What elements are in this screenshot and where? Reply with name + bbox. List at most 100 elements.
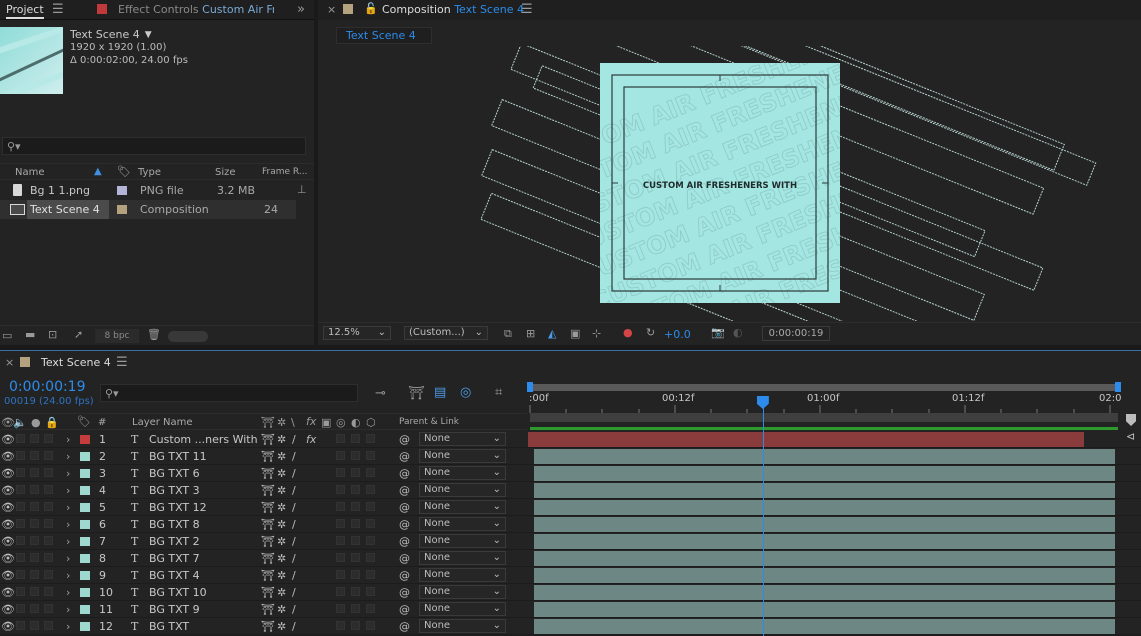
column-type[interactable]: Type [138, 167, 161, 178]
pickwhip-icon[interactable]: @ [399, 448, 410, 465]
motion-blur-switch[interactable] [336, 550, 345, 567]
transparency-grid-icon[interactable]: ⊞ [526, 328, 535, 339]
solo-switch[interactable] [30, 499, 39, 516]
tab-effect-controls[interactable]: Effect Controls Custom Air Fres [118, 3, 274, 16]
chevron-overflow-icon[interactable]: » [297, 3, 305, 16]
shy-switch-icon[interactable]: ⛩ [261, 533, 275, 550]
adjustment-switch[interactable] [351, 618, 360, 635]
quality-switch-icon[interactable]: / [292, 431, 296, 448]
3d-switch[interactable] [366, 567, 375, 584]
quality-switch-icon[interactable]: / [292, 618, 296, 635]
eye-icon[interactable]: 👁 [1, 482, 15, 499]
parent-dropdown[interactable]: None ⌄ [419, 551, 506, 565]
playhead-line[interactable] [762, 403, 764, 636]
adjustment-switch[interactable] [351, 584, 360, 601]
collapse-switch-icon[interactable]: ✲ [277, 482, 286, 499]
eye-icon[interactable]: 👁 [1, 533, 15, 550]
expand-chevron-icon[interactable]: › [66, 516, 70, 533]
layer-name[interactable]: Custom ...ners With [149, 431, 258, 448]
layer-label-swatch[interactable] [80, 469, 90, 478]
audio-switch[interactable] [16, 533, 25, 550]
panel-menu-icon[interactable]: ☰ [521, 3, 533, 16]
pickwhip-icon[interactable]: @ [399, 550, 410, 567]
layer-label-swatch[interactable] [80, 435, 90, 444]
audio-switch[interactable] [16, 448, 25, 465]
audio-icon[interactable]: 🔈 [13, 417, 27, 428]
graph-editor-icon[interactable]: ⌗ [495, 386, 502, 399]
parent-dropdown[interactable]: None ⌄ [419, 602, 506, 616]
fast-preview-icon[interactable]: ⧉ [504, 328, 512, 339]
work-area-bar[interactable] [530, 384, 1118, 391]
comp-subtab[interactable]: Text Scene 4 [336, 27, 432, 44]
eye-icon[interactable]: 👁 [1, 499, 15, 516]
layer-label-swatch[interactable] [80, 520, 90, 529]
layer-name[interactable]: BG TXT 7 [149, 550, 200, 567]
layer-duration-bar[interactable] [534, 551, 1115, 566]
parent-dropdown[interactable]: None ⌄ [419, 585, 506, 599]
pickwhip-icon[interactable]: @ [399, 533, 410, 550]
pickwhip-icon[interactable]: @ [399, 601, 410, 618]
eye-icon[interactable]: 👁 [1, 584, 15, 601]
column-layer-name[interactable]: Layer Name [132, 417, 193, 428]
3d-switch[interactable] [366, 601, 375, 618]
nav-bar[interactable] [530, 413, 1118, 422]
expand-chevron-icon[interactable]: › [66, 431, 70, 448]
column-name[interactable]: Name [15, 167, 45, 178]
audio-switch[interactable] [16, 584, 25, 601]
motion-blur-icon[interactable]: ◎ [460, 386, 471, 399]
eye-icon[interactable]: 👁 [1, 618, 15, 635]
layer-name[interactable]: BG TXT 12 [149, 499, 207, 516]
list-item-selected[interactable]: Text Scene 4 Composition 24 [0, 200, 296, 219]
resolution-dropdown[interactable]: (Custom...) ⌄ [404, 326, 488, 340]
pickwhip-icon[interactable]: @ [399, 567, 410, 584]
layer-duration-bar[interactable] [528, 432, 1084, 447]
column-parent-link[interactable]: Parent & Link [399, 417, 459, 427]
adjustment-switch[interactable] [351, 601, 360, 618]
3d-switch[interactable] [366, 465, 375, 482]
shy-switch-icon[interactable]: ⛩ [261, 499, 275, 516]
quality-switch-icon[interactable]: / [292, 482, 296, 499]
layer-duration-bar[interactable] [534, 449, 1115, 464]
lock-switch[interactable] [44, 618, 53, 635]
pickwhip-icon[interactable]: @ [399, 482, 410, 499]
zoom-dropdown[interactable]: 12.5% ⌄ [323, 326, 391, 340]
audio-switch[interactable] [16, 601, 25, 618]
sort-ascending-icon[interactable]: ▲ [94, 166, 102, 177]
eye-icon[interactable]: 👁 [1, 448, 15, 465]
pickwhip-icon[interactable]: @ [399, 618, 410, 635]
exposure-value[interactable]: +0.0 [664, 328, 691, 341]
lock-switch[interactable] [44, 516, 53, 533]
solo-switch[interactable] [30, 584, 39, 601]
expand-chevron-icon[interactable]: › [66, 482, 70, 499]
timeline-zoom-handle[interactable] [1126, 414, 1136, 426]
pickwhip-icon[interactable]: @ [399, 465, 410, 482]
collapse-switch-icon[interactable]: ✲ [277, 431, 286, 448]
layer-label-swatch[interactable] [80, 452, 90, 461]
timeline-search-input[interactable]: ⚲▾ [100, 384, 358, 402]
lock-switch[interactable] [44, 584, 53, 601]
layer-label-swatch[interactable] [80, 486, 90, 495]
new-folder-icon[interactable]: ▬ [25, 329, 35, 340]
interpret-footage-icon[interactable]: ▭ [2, 330, 12, 341]
shy-switch-icon[interactable]: ⛩ [261, 618, 275, 635]
layer-name[interactable]: BG TXT [149, 618, 189, 635]
motion-blur-switch[interactable] [336, 499, 345, 516]
parent-dropdown[interactable]: None ⌄ [419, 449, 506, 463]
adjustment-switch[interactable] [351, 533, 360, 550]
solo-icon[interactable]: ● [31, 417, 41, 428]
trash-icon[interactable]: 🗑 [147, 329, 161, 340]
parent-dropdown[interactable]: None ⌄ [419, 483, 506, 497]
quality-switch-icon[interactable]: / [292, 601, 296, 618]
solo-switch[interactable] [30, 516, 39, 533]
3d-switch[interactable] [366, 533, 375, 550]
expand-chevron-icon[interactable]: › [66, 448, 70, 465]
pickwhip-icon[interactable]: @ [399, 516, 410, 533]
collapse-switch-icon[interactable]: ✲ [277, 567, 286, 584]
pickwhip-icon[interactable]: @ [399, 431, 410, 448]
solo-switch[interactable] [30, 567, 39, 584]
collapse-switch-icon[interactable]: ✲ [277, 550, 286, 567]
render-queue-icon[interactable]: ➚ [74, 329, 83, 340]
3d-switch[interactable] [366, 499, 375, 516]
layer-duration-bar[interactable] [534, 466, 1115, 481]
color-channels-icon[interactable]: ● [623, 327, 633, 338]
